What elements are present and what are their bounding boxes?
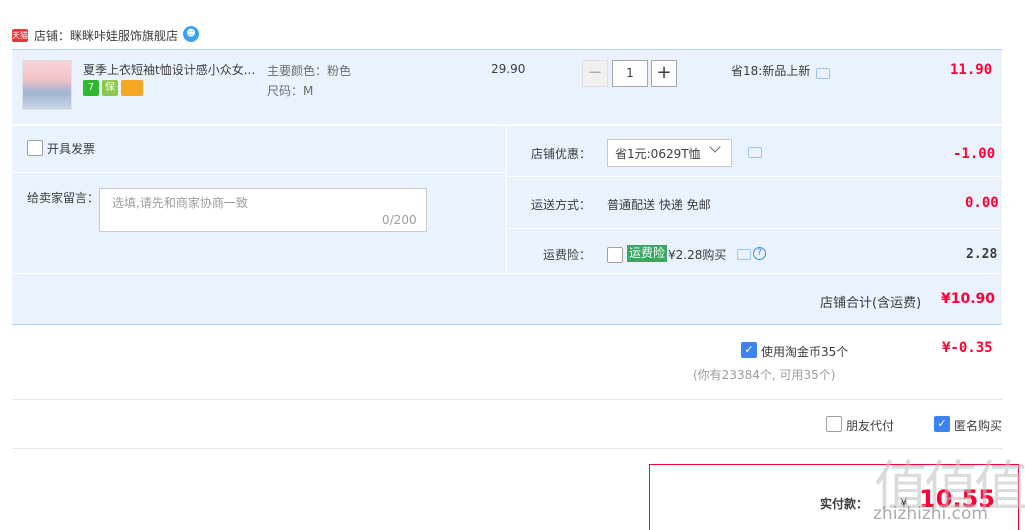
insurance-amount: 2.28 (966, 247, 998, 262)
store-name-link[interactable]: 店铺：眯眯咔娃服饰旗舰店 (34, 27, 178, 44)
seven-day-return-icon[interactable]: 7 (83, 80, 99, 96)
coin-note: (你有23384个, 可用35个) (693, 368, 836, 382)
guarantee-icon[interactable]: 保 (102, 80, 118, 96)
quantity-input[interactable]: 1 (612, 60, 648, 87)
payment-label: 实付款： (820, 497, 869, 511)
shop-discount-amount: -1.00 (953, 146, 996, 162)
coin-amount: ¥-0.35 (942, 340, 993, 356)
friend-pay-label[interactable]: 朋友代付 (846, 417, 894, 434)
tmall-logo-icon: 天猫 (12, 29, 28, 42)
divider (12, 172, 506, 173)
insurance-label: 运费险： (543, 248, 592, 262)
sku-size: 尺码：M (267, 84, 314, 98)
anonymous-checkbox[interactable]: ✓ (934, 416, 950, 432)
unit-price: 29.90 (491, 62, 526, 76)
insurance-badge: 运费险 (627, 245, 668, 262)
anonymous-label[interactable]: 匿名购买 (954, 417, 1002, 434)
shop-discount-label: 店铺优惠： (531, 147, 592, 161)
insurance-message-icon[interactable] (737, 249, 751, 260)
credit-card-icon[interactable] (121, 80, 143, 96)
quantity-increase-button[interactable]: + (651, 60, 677, 87)
divider (12, 399, 1002, 400)
promo-message-icon[interactable] (816, 68, 830, 79)
coupon-message-icon[interactable] (748, 147, 762, 158)
insurance-price[interactable]: ¥2.28购买 (668, 246, 726, 263)
promo-text: 省18:新品上新 (731, 64, 811, 78)
invoice-checkbox[interactable] (27, 140, 43, 156)
message-char-count: 0/200 (382, 213, 417, 227)
coin-checkbox[interactable]: ✓ (741, 342, 757, 358)
divider (507, 176, 1002, 177)
invoice-label[interactable]: 开具发票 (47, 140, 95, 157)
divider (507, 228, 1002, 229)
friend-pay-checkbox[interactable] (826, 416, 842, 432)
message-placeholder: 选填,请先和商家协商一致 (112, 196, 248, 210)
message-label: 给卖家留言： (27, 191, 100, 205)
sku-color: 主要颜色：粉色 (267, 64, 352, 78)
item-title-link[interactable]: 夏季上衣短袖t恤设计感小众女... (83, 61, 255, 78)
divider (12, 448, 1002, 449)
item-thumbnail[interactable] (22, 60, 72, 110)
ww-chat-icon[interactable]: ☻ (183, 26, 199, 42)
help-icon[interactable]: ? (753, 247, 766, 260)
shipping-label: 运送方式： (531, 198, 592, 212)
quantity-decrease-button[interactable]: − (582, 60, 608, 87)
shop-total-amount: ¥10.90 (941, 291, 996, 307)
watermark-url: zhizhizhi.com (873, 504, 988, 524)
coin-label[interactable]: 使用淘金币35个 (761, 343, 848, 360)
shipping-fee: 0.00 (965, 195, 999, 211)
coupon-selected-value: 省1元:0629T恤 (615, 147, 701, 161)
service-icons: 7保 (83, 80, 146, 96)
insurance-checkbox[interactable] (607, 247, 623, 263)
item-total-price: 11.90 (950, 62, 993, 78)
shipping-method: 普通配送 快递 免邮 (607, 198, 711, 212)
shop-total-label: 店铺合计(含运费) (820, 296, 922, 311)
